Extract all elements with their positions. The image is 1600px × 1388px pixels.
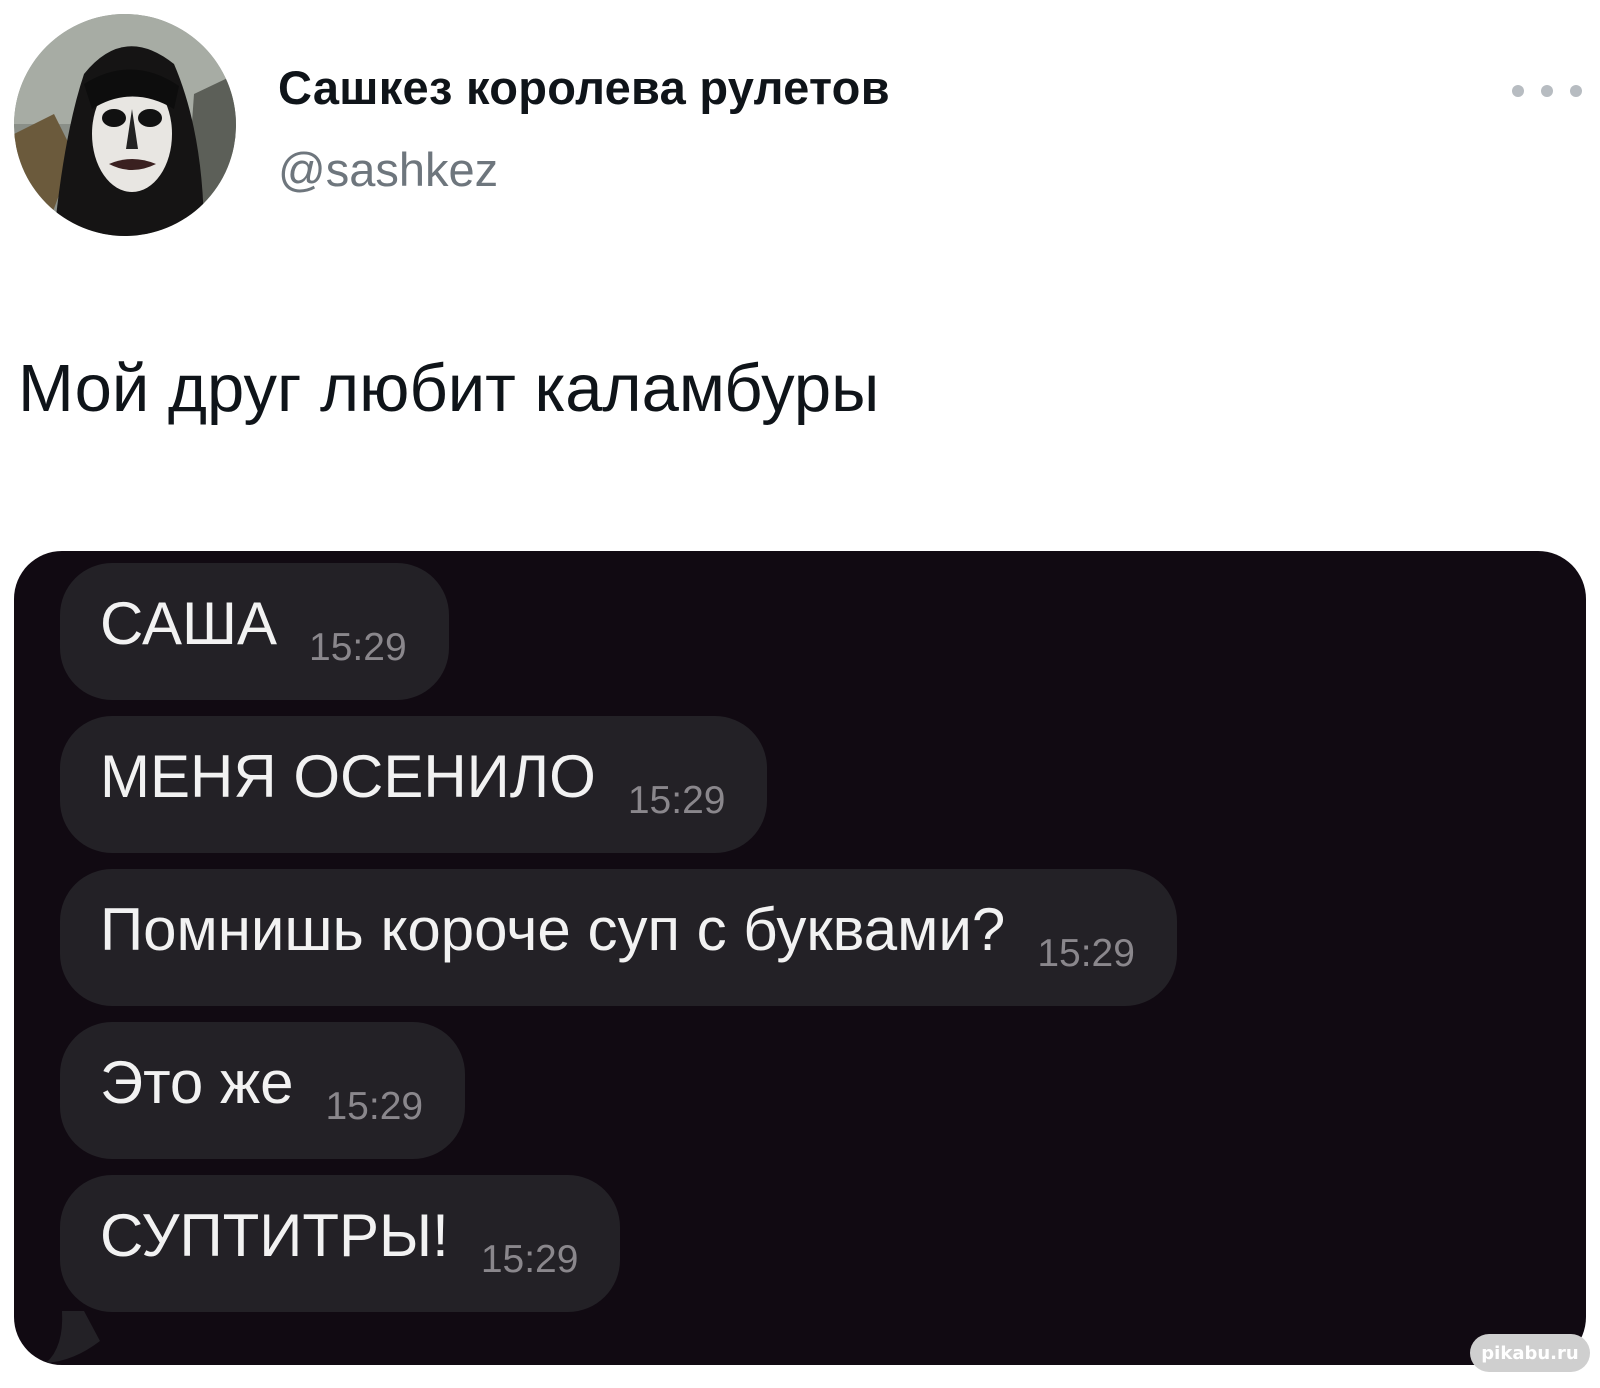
message-time: 15:29 [627, 779, 726, 822]
bubble-tail-icon [46, 1311, 100, 1363]
message-text: МЕНЯ ОСЕНИЛО [100, 742, 596, 810]
chat-message: Это же 15:29 [60, 1022, 466, 1159]
message-time: 15:29 [480, 1238, 579, 1281]
message-time: 15:29 [309, 626, 407, 669]
chat-message: МЕНЯ ОСЕНИЛО 15:29 [60, 716, 768, 853]
author-display-name[interactable]: Сашкез королева рулетов [278, 60, 890, 115]
avatar-photo [14, 14, 236, 236]
message-text: САША [100, 589, 278, 657]
more-horizontal-icon [1541, 85, 1553, 97]
message-text: СУПТИТРЫ! [100, 1201, 449, 1269]
message-time: 15:29 [325, 1085, 424, 1128]
avatar[interactable] [14, 14, 236, 236]
more-horizontal-icon [1570, 85, 1582, 97]
chat-message: Помнишь короче суп с буквами? 15:29 [60, 869, 1177, 1006]
author-handle[interactable]: @sashkez [278, 142, 498, 197]
chat-message: СУПТИТРЫ! 15:29 [60, 1175, 621, 1312]
message-text: Помнишь короче суп с буквами? [100, 895, 1006, 963]
message-text: Это же [100, 1048, 294, 1116]
message-time: 15:29 [1037, 932, 1135, 975]
chat-message: САША 15:29 [60, 563, 449, 700]
watermark: pikabu.ru [1470, 1334, 1590, 1372]
more-options-button[interactable] [1512, 74, 1582, 108]
chat-screenshot[interactable]: САША 15:29 МЕНЯ ОСЕНИЛО 15:29 Помнишь ко… [14, 551, 1586, 1365]
more-horizontal-icon [1512, 85, 1524, 97]
tweet-text: Мой друг любит каламбуры [18, 351, 880, 426]
